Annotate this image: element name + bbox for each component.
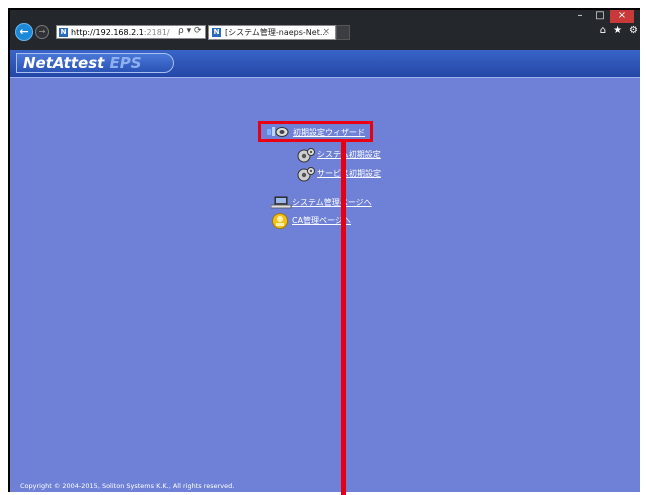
ca-admin-certificate-icon — [272, 213, 288, 229]
home-icon[interactable]: ⌂ — [600, 25, 606, 36]
red-pointer-line — [341, 142, 346, 495]
logo-text-netattest: NetAttest — [23, 54, 105, 72]
new-tab-button[interactable] — [336, 25, 350, 40]
forward-button[interactable]: → — [35, 25, 49, 39]
netattest-eps-logo: NetAttest EPS — [16, 53, 174, 73]
browser-tab[interactable]: N [システム管理-naeps-Net... × — [208, 25, 336, 40]
favorites-star-icon[interactable]: ★ — [613, 25, 622, 36]
service-initial-settings-link[interactable]: サービス初期設定 — [317, 169, 381, 179]
system-settings-gear-icon — [297, 148, 315, 163]
copyright-footer: Copyright © 2004-2015, Soliton Systems K… — [20, 482, 235, 490]
back-button[interactable]: ← — [15, 23, 33, 41]
window-controls: – □ × — [570, 10, 634, 23]
minimize-button[interactable]: – — [570, 10, 590, 23]
site-favicon-icon: N — [59, 28, 68, 37]
address-tools[interactable]: ρ ▾ ⟳ — [178, 26, 202, 36]
tab-title: [システム管理-naeps-Net... — [225, 28, 328, 37]
browser-toolbar: ⌂ ★ ⚙ — [600, 25, 638, 36]
logo-text-eps: EPS — [104, 54, 142, 72]
system-admin-page-link[interactable]: システム管理ページへ — [292, 198, 372, 208]
arrow-right-icon: → — [38, 27, 46, 36]
system-admin-monitor-icon — [271, 196, 292, 209]
settings-gear-icon[interactable]: ⚙ — [629, 25, 638, 36]
page-header: NetAttest EPS — [10, 50, 640, 78]
tab-close-icon[interactable]: × — [322, 26, 330, 39]
url-rest: :2181/ — [143, 28, 170, 37]
tab-favicon-icon: N — [212, 28, 221, 37]
system-initial-settings-link[interactable]: システム初期設定 — [317, 150, 381, 160]
close-button[interactable]: × — [610, 10, 634, 23]
url-host: http://192.168.2.1 — [71, 28, 144, 37]
arrow-left-icon: ← — [19, 25, 29, 38]
highlight-box — [258, 121, 373, 142]
maximize-button[interactable]: □ — [590, 10, 610, 23]
service-settings-gear-icon — [297, 167, 315, 182]
